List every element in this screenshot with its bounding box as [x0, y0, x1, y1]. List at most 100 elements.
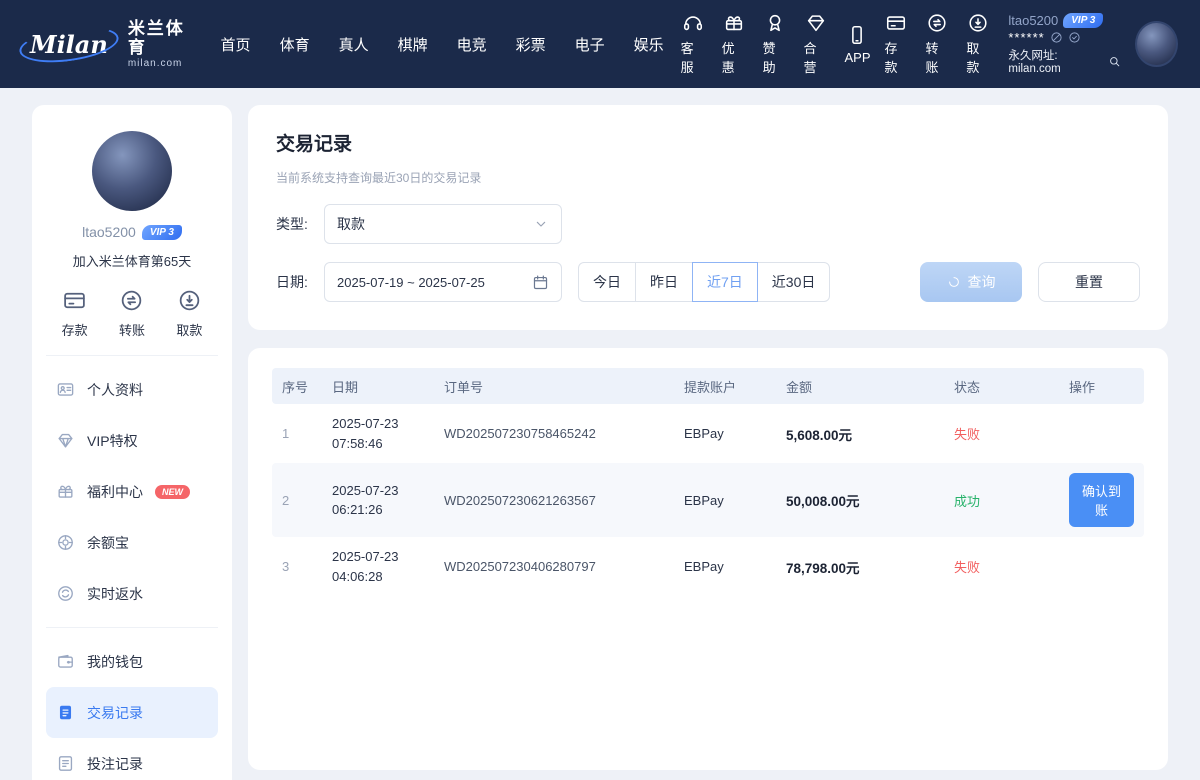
col-header-index: 序号 — [272, 377, 322, 396]
top-icon-service[interactable]: 客服 — [681, 12, 705, 76]
sidebar-item-transactions[interactable]: 交易记录 — [46, 687, 218, 738]
table-row: 2 2025-07-23 06:21:26 WD2025072306212635… — [272, 463, 1144, 537]
cell-date-day: 2025-07-23 — [332, 414, 424, 434]
table-row: 1 2025-07-23 07:58:46 WD2025072307584652… — [272, 404, 1144, 463]
top-icon-label: 合营 — [804, 38, 828, 76]
loading-icon — [947, 275, 961, 289]
quick-action-label: 存款 — [62, 320, 88, 339]
top-icon-withdraw[interactable]: 取款 — [966, 12, 990, 76]
id-card-icon — [56, 380, 75, 399]
transfer-icon — [119, 288, 144, 313]
reset-button[interactable]: 重置 — [1038, 262, 1140, 302]
nav-esports[interactable]: 电竞 — [457, 34, 487, 55]
col-header-status: 状态 — [944, 377, 1059, 396]
sidebar-item-rebate[interactable]: 实时返水 — [46, 568, 218, 619]
top-icon-deposit[interactable]: 存款 — [885, 12, 909, 76]
page-title: 交易记录 — [276, 129, 1140, 156]
sidebar-item-yuebao[interactable]: 余额宝 — [46, 517, 218, 568]
top-icon-label: 存款 — [885, 38, 909, 76]
range-yesterday-button[interactable]: 昨日 — [635, 262, 693, 302]
cell-index: 2 — [272, 483, 322, 518]
top-icon-label: 转账 — [925, 38, 949, 76]
sidebar-item-vip[interactable]: VIP特权 — [46, 415, 218, 466]
type-select-value: 取款 — [337, 214, 365, 234]
filter-card: 交易记录 当前系统支持查询最近30日的交易记录 类型: 取款 日期: 2025-… — [248, 105, 1168, 330]
main-nav: 首页 体育 真人 棋牌 电竞 彩票 电子 娱乐 — [221, 34, 664, 55]
col-header-account: 提款账户 — [674, 377, 776, 396]
sidebar-item-label: 我的钱包 — [87, 652, 143, 672]
quick-action-label: 取款 — [176, 320, 202, 339]
sidebar-item-bets[interactable]: 投注记录 — [46, 738, 218, 780]
sidebar-item-wallet[interactable]: 我的钱包 — [46, 636, 218, 687]
profile-vip-badge: VIP 3 — [142, 225, 182, 240]
withdraw-icon — [177, 288, 202, 313]
top-icon-promo[interactable]: 优惠 — [722, 12, 746, 76]
chevron-down-icon — [533, 216, 549, 232]
type-select[interactable]: 取款 — [324, 204, 562, 244]
refresh-icon[interactable] — [1068, 31, 1081, 44]
table-row: 3 2025-07-23 04:06:28 WD2025072304062807… — [272, 537, 1144, 596]
eye-off-icon[interactable] — [1050, 31, 1063, 44]
profile-joined-days: 加入米兰体育第65天 — [46, 251, 218, 270]
phone-icon — [846, 24, 868, 46]
nav-home[interactable]: 首页 — [221, 34, 251, 55]
top-icon-label: 赞助 — [763, 38, 787, 76]
cell-date-day: 2025-07-23 — [332, 481, 424, 501]
top-icon-sponsor[interactable]: 赞助 — [763, 12, 787, 76]
quick-deposit-button[interactable]: 存款 — [62, 288, 88, 339]
quick-transfer-button[interactable]: 转账 — [119, 288, 145, 339]
cell-date-time: 07:58:46 — [332, 434, 424, 454]
nav-slots[interactable]: 电子 — [575, 34, 605, 55]
range-30days-button[interactable]: 近30日 — [757, 262, 831, 302]
top-icon-label: 优惠 — [722, 38, 746, 76]
date-range-input[interactable]: 2025-07-19 ~ 2025-07-25 — [324, 262, 562, 302]
cell-date-time: 06:21:26 — [332, 500, 424, 520]
cell-action: 确认到账 — [1059, 463, 1144, 537]
nav-entertainment[interactable]: 娱乐 — [634, 34, 664, 55]
cell-date: 2025-07-23 04:06:28 — [322, 537, 434, 596]
sidebar-item-profile[interactable]: 个人资料 — [46, 364, 218, 415]
cell-index: 3 — [272, 549, 322, 584]
masked-balance: ****** — [1008, 30, 1044, 45]
status-badge: 失败 — [944, 414, 1059, 453]
user-info-block: ltao5200 VIP 3 ****** 永久网址: milan.com — [1008, 13, 1121, 75]
top-icon-app[interactable]: APP — [844, 24, 870, 65]
permanent-url: 永久网址: milan.com — [1008, 47, 1103, 75]
query-button[interactable]: 查询 — [920, 262, 1022, 302]
type-label: 类型: — [276, 214, 324, 234]
sidebar-item-welfare[interactable]: 福利中心 NEW — [46, 466, 218, 517]
sidebar-item-label: 交易记录 — [87, 703, 143, 723]
bank-card-icon — [885, 12, 907, 34]
nav-sports[interactable]: 体育 — [280, 34, 310, 55]
user-avatar[interactable] — [1135, 21, 1178, 67]
site-logo[interactable]: Milan 米兰体育 milan.com — [22, 19, 195, 70]
confirm-received-button[interactable]: 确认到账 — [1069, 473, 1134, 527]
document-icon — [56, 703, 75, 722]
sidebar-menu: 个人资料 VIP特权 福利中心 NEW 余额宝 实时返水 我 — [46, 364, 218, 780]
type-filter-row: 类型: 取款 — [276, 204, 1140, 244]
page-content: ltao5200 VIP 3 加入米兰体育第65天 存款 转账 取 — [0, 88, 1200, 780]
search-icon[interactable] — [1108, 55, 1121, 68]
transfer-icon — [926, 12, 948, 34]
top-icon-partner[interactable]: 合营 — [804, 12, 828, 76]
cell-order-no: WD202507230406280797 — [434, 549, 674, 584]
header-username: ltao5200 — [1008, 13, 1058, 28]
sidebar: ltao5200 VIP 3 加入米兰体育第65天 存款 转账 取 — [32, 105, 232, 780]
quick-withdraw-button[interactable]: 取款 — [176, 288, 202, 339]
nav-lottery[interactable]: 彩票 — [516, 34, 546, 55]
top-icon-transfer[interactable]: 转账 — [925, 12, 949, 76]
cell-account: EBPay — [674, 483, 776, 518]
date-range-value: 2025-07-19 ~ 2025-07-25 — [337, 275, 485, 290]
nav-chess-cards[interactable]: 棋牌 — [398, 34, 428, 55]
main-column: 交易记录 当前系统支持查询最近30日的交易记录 类型: 取款 日期: 2025-… — [248, 105, 1168, 770]
range-7days-button[interactable]: 近7日 — [692, 262, 758, 302]
page-subtitle: 当前系统支持查询最近30日的交易记录 — [276, 169, 1140, 186]
cell-account: EBPay — [674, 416, 776, 451]
nav-live-casino[interactable]: 真人 — [339, 34, 369, 55]
gem-icon — [56, 431, 75, 450]
gift-icon — [723, 12, 745, 34]
range-today-button[interactable]: 今日 — [578, 262, 636, 302]
diamond-icon — [805, 12, 827, 34]
cell-date: 2025-07-23 07:58:46 — [322, 404, 434, 463]
wallet-icon — [56, 652, 75, 671]
